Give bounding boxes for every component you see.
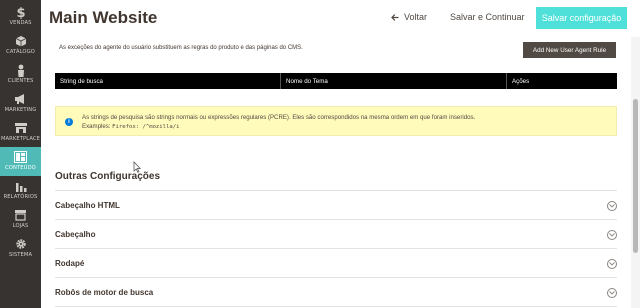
- back-button-label: Voltar: [404, 12, 428, 22]
- notice-example-code: Firefox: /^mozilla/i: [112, 124, 180, 130]
- admin-page: $ VENDAS CATÁLOGO CLIENTES MARKETING MAR…: [0, 0, 640, 308]
- chevron-down-icon: [607, 230, 617, 240]
- sidebar-item-marketplace[interactable]: MARKETPLACE: [0, 118, 41, 147]
- user-agent-description: As exceções do agente do usuário substit…: [59, 45, 303, 51]
- sidebar-item-label: SISTEMA: [8, 252, 33, 258]
- sidebar-item-vendas[interactable]: $ VENDAS: [0, 2, 41, 31]
- notice-example-label: Examples:: [82, 123, 111, 130]
- sidebar-item-sistema[interactable]: SISTEMA: [0, 234, 41, 263]
- sidebar-item-relatorios[interactable]: RELATÓRIOS: [0, 176, 41, 205]
- page-title: Main Website: [49, 8, 158, 27]
- svg-text:$: $: [16, 6, 25, 19]
- admin-sidebar: $ VENDAS CATÁLOGO CLIENTES MARKETING MAR…: [0, 0, 41, 308]
- add-user-agent-rule-button[interactable]: Add New User Agent Rule: [523, 42, 616, 58]
- sidebar-item-label: MARKETPLACE: [0, 136, 41, 142]
- layout-icon: [14, 150, 27, 164]
- scrollbar-thumb[interactable]: [633, 99, 638, 253]
- sidebar-item-label: MARKETING: [4, 107, 37, 113]
- sidebar-item-label: CONTEÚDO: [5, 165, 36, 171]
- arrow-left-icon: [391, 13, 399, 21]
- section-footer[interactable]: Rodapé: [55, 249, 617, 278]
- sidebar-item-catalogo[interactable]: CATÁLOGO: [0, 31, 41, 60]
- chevron-down-icon: [607, 259, 617, 269]
- box-icon: [15, 34, 27, 48]
- dollar-icon: $: [15, 5, 27, 19]
- chevron-down-icon: [607, 288, 617, 298]
- section-label: Cabeçalho: [55, 230, 96, 239]
- section-label: Cabeçalho HTML: [55, 201, 120, 210]
- sidebar-item-conteudo[interactable]: CONTEÚDO: [0, 147, 41, 176]
- section-label: Robôs de motor de busca: [55, 288, 154, 297]
- gear-icon: [15, 237, 27, 251]
- section-search-engine-robots[interactable]: Robôs de motor de busca: [55, 278, 617, 307]
- sidebar-item-marketing[interactable]: MARKETING: [0, 89, 41, 118]
- sidebar-item-label: CLIENTES: [7, 78, 34, 84]
- chevron-down-icon: [607, 201, 617, 211]
- column-header-actions: Ações: [512, 77, 530, 85]
- info-icon: i: [65, 118, 73, 126]
- page-header: Main Website Voltar Salvar e Continuar S…: [41, 0, 640, 37]
- section-html-head[interactable]: Cabeçalho HTML: [55, 191, 617, 220]
- other-settings-title: Outras Configurações: [55, 171, 161, 182]
- sidebar-item-lojas[interactable]: LOJAS: [0, 205, 41, 234]
- megaphone-icon: [14, 92, 27, 106]
- column-header-search-string: String de busca: [55, 73, 281, 89]
- person-icon: [16, 63, 26, 77]
- storefront-icon: [14, 121, 28, 135]
- back-button[interactable]: Voltar: [391, 12, 427, 22]
- column-header-theme-name: Nome do Tema: [281, 73, 507, 89]
- notice-text: As strings de pesquisa são strings norma…: [82, 114, 476, 121]
- sidebar-item-label: RELATÓRIOS: [3, 194, 38, 200]
- sidebar-item-label: LOJAS: [12, 223, 29, 229]
- user-agent-table-header: String de busca Nome do Tema Ações: [55, 73, 617, 89]
- save-config-button[interactable]: Salvar configuração: [536, 7, 627, 29]
- main-content: As exceções do agente do usuário substit…: [41, 37, 631, 308]
- section-label: Rodapé: [55, 259, 85, 268]
- store-icon: [14, 208, 27, 222]
- notice-example: Examples: Firefox: /^mozilla/i: [82, 123, 180, 130]
- info-notice: i As strings de pesquisa são strings nor…: [55, 106, 617, 136]
- section-header[interactable]: Cabeçalho: [55, 220, 617, 249]
- save-and-continue-button[interactable]: Salvar e Continuar: [450, 12, 525, 22]
- sidebar-item-label: CATÁLOGO: [6, 49, 35, 55]
- sidebar-item-label: VENDAS: [9, 20, 32, 26]
- bar-chart-icon: [15, 179, 27, 193]
- sidebar-item-clientes[interactable]: CLIENTES: [0, 60, 41, 89]
